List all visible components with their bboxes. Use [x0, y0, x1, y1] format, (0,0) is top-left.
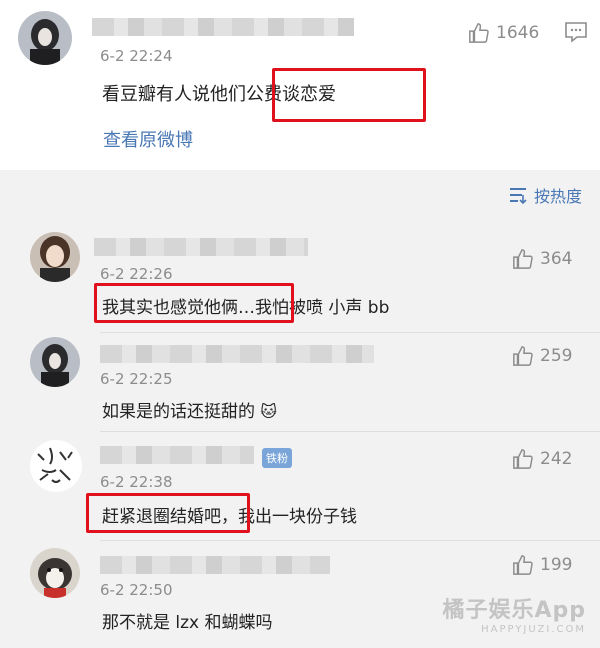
like-button[interactable]: 242 [512, 448, 572, 470]
highlight-box [86, 493, 250, 533]
sort-by-hot-button[interactable]: 按热度 [508, 183, 582, 207]
comment-text: 如果是的话还挺甜的 🐱 [102, 397, 277, 422]
avatar[interactable] [30, 337, 80, 387]
comment-list: 6-2 22:26 364 我其实也感觉他俩…我怕被喷 小声 bb 6-2 22… [0, 216, 600, 648]
comment-item: 6-2 22:26 364 我其实也感觉他俩…我怕被喷 小声 bb [0, 228, 600, 333]
like-count: 242 [540, 449, 573, 469]
like-button[interactable]: 199 [512, 554, 572, 576]
like-count: 1646 [496, 23, 540, 43]
comment-time: 6-2 22:25 [100, 370, 173, 388]
comment-time: 6-2 22:38 [100, 473, 173, 491]
highlight-box [94, 283, 294, 323]
username-blurred[interactable] [94, 238, 308, 256]
comment-time: 6-2 22:26 [100, 265, 173, 283]
comment-icon[interactable] [564, 21, 588, 43]
view-original-link[interactable]: 查看原微博 [103, 126, 193, 152]
thumbs-up-icon [513, 449, 533, 469]
watermark-title: 橘子娱乐App [442, 598, 586, 623]
thumbs-up-icon [513, 346, 533, 366]
comment-text: 那不就是 lzx 和蝴蝶吗 [102, 613, 273, 633]
like-count: 364 [540, 249, 573, 269]
like-button[interactable]: 364 [512, 248, 572, 270]
username-blurred[interactable] [100, 556, 330, 574]
comment-time: 6-2 22:50 [100, 581, 173, 599]
like-button[interactable]: 1646 [468, 22, 539, 44]
main-post: 6-2 22:24 1646 看豆瓣有人说他们公费谈恋爱 查看原微博 [0, 0, 600, 170]
comment-item: 铁粉 6-2 22:38 242 赶紧退圈结婚吧，我出一块份子钱 [0, 436, 600, 541]
thumbs-up-icon [469, 23, 489, 43]
like-count: 259 [540, 346, 573, 366]
avatar[interactable] [30, 232, 80, 282]
watermark-url: HAPPYJUZI.COM [481, 624, 586, 635]
sort-icon [509, 188, 527, 204]
avatar[interactable] [30, 548, 80, 598]
divider [100, 431, 600, 432]
highlight-box [272, 68, 426, 122]
thumbs-up-icon [513, 249, 533, 269]
thumbs-up-icon [513, 555, 533, 575]
comment-item: 6-2 22:25 259 如果是的话还挺甜的 🐱 [0, 333, 600, 437]
sort-label: 按热度 [533, 187, 582, 206]
post-time: 6-2 22:24 [100, 47, 173, 65]
like-count: 199 [540, 555, 573, 575]
avatar[interactable] [18, 11, 72, 65]
watermark: 橘子娱乐App HAPPYJUZI.COM [442, 592, 586, 635]
fan-badge: 铁粉 [262, 448, 292, 468]
username-blurred[interactable] [100, 345, 374, 363]
avatar[interactable] [30, 440, 82, 492]
cat-emoji: 🐱 [260, 402, 278, 421]
username-blurred[interactable] [92, 18, 354, 36]
like-button[interactable]: 259 [512, 345, 572, 367]
username-blurred[interactable] [100, 446, 254, 464]
divider [100, 540, 600, 541]
comment-text-content: 如果是的话还挺甜的 [102, 402, 255, 422]
